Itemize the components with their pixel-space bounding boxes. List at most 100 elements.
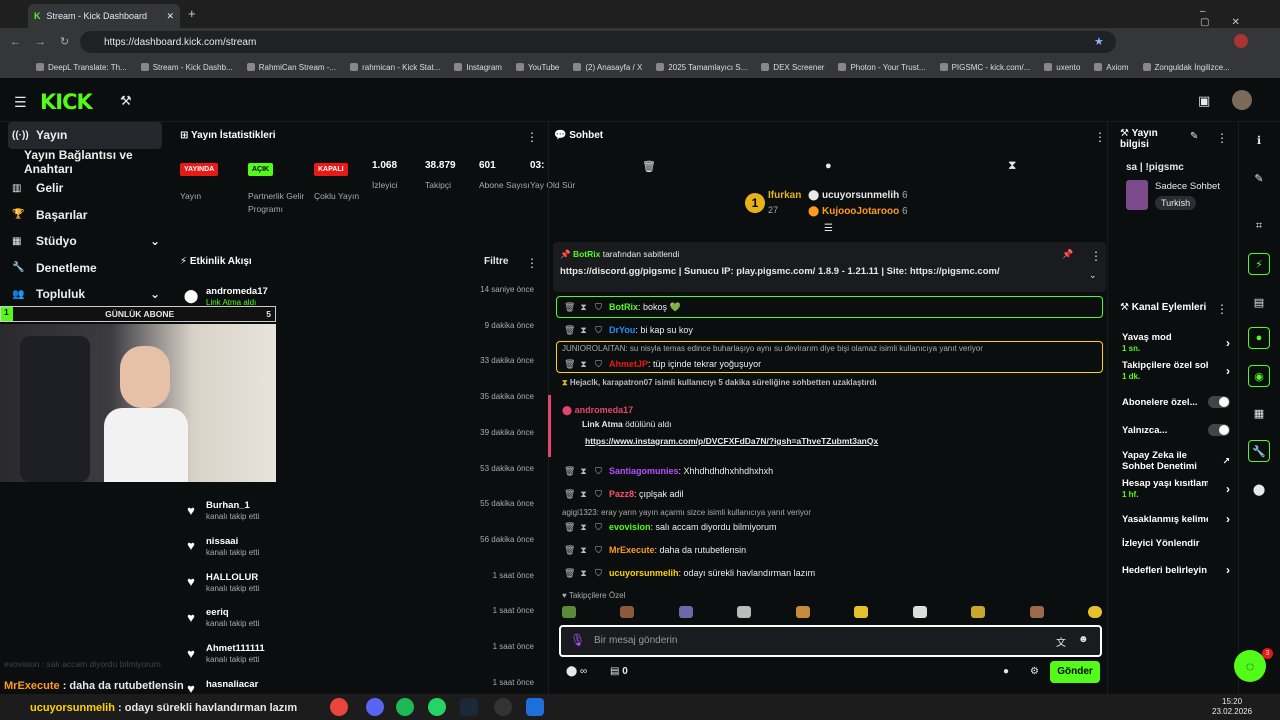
channel-action-item[interactable]: Yavaş mod 1 sn. ›: [1122, 332, 1230, 354]
activity-user[interactable]: Burhan_1: [206, 499, 259, 512]
wrench-icon[interactable]: 🔧: [1248, 440, 1270, 462]
expand-leaderboard-icon[interactable]: ☰: [824, 223, 833, 234]
reward-link[interactable]: https://www.instagram.com/p/DVCFXFdDa7N/…: [585, 436, 878, 446]
send-button[interactable]: Gönder: [1050, 661, 1100, 683]
user-avatar[interactable]: [1232, 90, 1252, 110]
chat-message[interactable]: 🗑 ⧗ ⛉ ucuyorsunmelih: odayı sürekli havland…: [564, 563, 1104, 583]
channel-action-item[interactable]: Hesap yaşı kısıtlama 1 hf. ›: [1122, 478, 1230, 500]
channel-action-item[interactable]: Takipçilere özel soh 1 dk. ›: [1122, 360, 1230, 382]
pinned-more-icon[interactable]: ⋮: [1090, 249, 1102, 263]
translate-icon[interactable]: 文: [1056, 634, 1066, 649]
message-user[interactable]: AhmetJP: [609, 359, 648, 369]
timeout-icon[interactable]: ⧗: [579, 466, 588, 477]
pinned-collapse-icon[interactable]: ⌄: [1089, 270, 1097, 281]
hourglass-icon[interactable]: ⧗: [1008, 158, 1016, 173]
chrome-icon[interactable]: [330, 698, 348, 716]
bookmark-item[interactable]: RahmiCan Stream -...: [246, 63, 336, 72]
bookmark-item[interactable]: Instagram: [454, 63, 502, 72]
bookmark-item[interactable]: Axiom: [1094, 63, 1129, 72]
bookmark-item[interactable]: (2) Anasayfa / X: [573, 63, 642, 72]
info-more-icon[interactable]: ⋮: [1216, 131, 1228, 145]
pinned-text[interactable]: https://discord.gg/pigsmc | Sunucu IP: p…: [560, 266, 1080, 277]
reward-user-name[interactable]: andromeda17: [575, 405, 634, 415]
channel-action-item[interactable]: Yalnızca...: [1122, 424, 1230, 436]
delete-icon[interactable]: 🗑: [564, 568, 575, 579]
chat-message[interactable]: 🗑 ⧗ ⛉ DrYou: bi kap su koy: [564, 320, 1104, 340]
toggle-switch[interactable]: [1208, 396, 1230, 408]
chat-more-icon[interactable]: ⋮: [1094, 130, 1106, 144]
top1-name[interactable]: Ifurkan: [768, 190, 801, 201]
timeout-icon[interactable]: ⧗: [579, 522, 588, 533]
browser-tab[interactable]: K Stream - Kick Dashboard ✕: [28, 4, 180, 28]
emote-icon[interactable]: [1087, 606, 1102, 618]
emote-icon[interactable]: [1029, 606, 1044, 618]
chat-settings-gear-icon[interactable]: ⚙: [1030, 666, 1039, 677]
emote-icon[interactable]: [678, 606, 693, 618]
steam-icon[interactable]: [460, 698, 478, 716]
chat-message[interactable]: 🗑 ⧗ ⛉ MrExecute: daha da rutubetlensin: [564, 540, 1104, 560]
activity-user[interactable]: HALLOLUR: [206, 571, 259, 584]
delete-icon[interactable]: 🗑: [564, 522, 575, 533]
activity-more-icon[interactable]: ⋮: [526, 256, 538, 270]
nav-buttons[interactable]: ←→↻: [10, 35, 83, 48]
ban-icon[interactable]: ⛉: [594, 545, 603, 556]
delete-icon[interactable]: 🗑: [564, 545, 575, 556]
sidebar-item[interactable]: 🔧 Denetleme: [0, 255, 170, 282]
users-icon[interactable]: ⬤: [1248, 478, 1270, 500]
spotify-icon[interactable]: [396, 698, 414, 716]
top2-name[interactable]: ucuyorsunmelih: [822, 190, 899, 201]
app-icon[interactable]: [526, 698, 544, 716]
bookmark-star-icon[interactable]: ★: [1094, 35, 1104, 48]
chat-message[interactable]: 🗑 ⧗ ⛉ Santiagomunies: Xhhdhdhdhxhhdhxhxh: [564, 461, 1104, 481]
message-user[interactable]: Santiagomunies: [609, 466, 679, 476]
unpin-icon[interactable]: 📌: [1062, 249, 1073, 260]
timeout-icon[interactable]: ⧗: [579, 489, 588, 500]
emote-icon[interactable]: [737, 606, 752, 618]
bookmark-item[interactable]: Zonguldak İngilizce...: [1142, 63, 1230, 72]
document-icon[interactable]: ▤: [1248, 291, 1270, 313]
message-user[interactable]: ucuyorsunmelih: [609, 568, 679, 578]
ban-icon[interactable]: ⛉: [594, 568, 603, 579]
toggle-switch[interactable]: [1208, 424, 1230, 436]
channel-more-icon[interactable]: ⋮: [1216, 302, 1228, 316]
focus-icon[interactable]: ⌗: [1248, 215, 1270, 237]
emote-icon[interactable]: [795, 606, 810, 618]
message-user[interactable]: BotRix: [609, 302, 638, 312]
emote-icon[interactable]: [562, 606, 576, 618]
timeout-icon[interactable]: ⧗: [579, 359, 588, 370]
community-points[interactable]: ⬤ ∞: [566, 666, 587, 677]
url-input[interactable]: https://dashboard.kick.com/stream: [80, 31, 1116, 53]
activity-user[interactable]: nissaai: [206, 535, 259, 548]
clock[interactable]: 15:20 23.02.2026: [1212, 697, 1252, 717]
bookmark-item[interactable]: Photon - Your Trust...: [838, 63, 926, 72]
pencil-icon[interactable]: ✎: [1248, 167, 1270, 189]
message-user[interactable]: Pazz8: [609, 489, 634, 499]
ban-icon[interactable]: ⛉: [594, 522, 603, 533]
top3-name[interactable]: KujoooJotarooo: [822, 206, 899, 217]
menu-icon[interactable]: ☰: [14, 94, 27, 111]
bookmark-item[interactable]: rahmican - Kick Stat...: [350, 63, 440, 72]
bookmark-item[interactable]: YouTube: [515, 63, 559, 72]
emote-icon[interactable]: [854, 606, 869, 618]
chat-message[interactable]: 🗑 ⧗ ⛉ evovision: salı accam diyordu bilmiyo…: [564, 517, 1104, 537]
bookmark-item[interactable]: DEX Screener: [761, 63, 824, 72]
chat-settings-bubble-icon[interactable]: ●: [1003, 666, 1009, 677]
hammer-icon[interactable]: ⚒: [120, 93, 132, 109]
storage-icon[interactable]: ▦: [1248, 402, 1270, 424]
discord-icon[interactable]: [366, 698, 384, 716]
lightning-icon[interactable]: ⚡: [1248, 253, 1270, 275]
bookmark-item[interactable]: PIGSMC - kick.com/...: [939, 63, 1030, 72]
chat-bubble-icon[interactable]: ●: [825, 160, 832, 172]
ban-icon[interactable]: ⛉: [594, 489, 603, 500]
ban-icon[interactable]: ⛉: [594, 359, 603, 370]
trash-icon[interactable]: 🗑: [642, 160, 656, 173]
info-icon[interactable]: ℹ: [1248, 129, 1270, 151]
profile-avatar[interactable]: [1234, 34, 1248, 48]
stats-more-icon[interactable]: ⋮: [526, 130, 538, 144]
timeout-icon[interactable]: ⧗: [579, 302, 588, 313]
bookmark-item[interactable]: uxento: [1044, 63, 1080, 72]
activity-user[interactable]: andromeda17: [206, 285, 268, 298]
activity-item[interactable]: ♥ eeriq kanalı takip etti 1 saat önce: [180, 606, 540, 642]
wallet-icon[interactable]: ▣: [1198, 93, 1210, 109]
gift-count[interactable]: ▤ 0: [610, 666, 628, 677]
